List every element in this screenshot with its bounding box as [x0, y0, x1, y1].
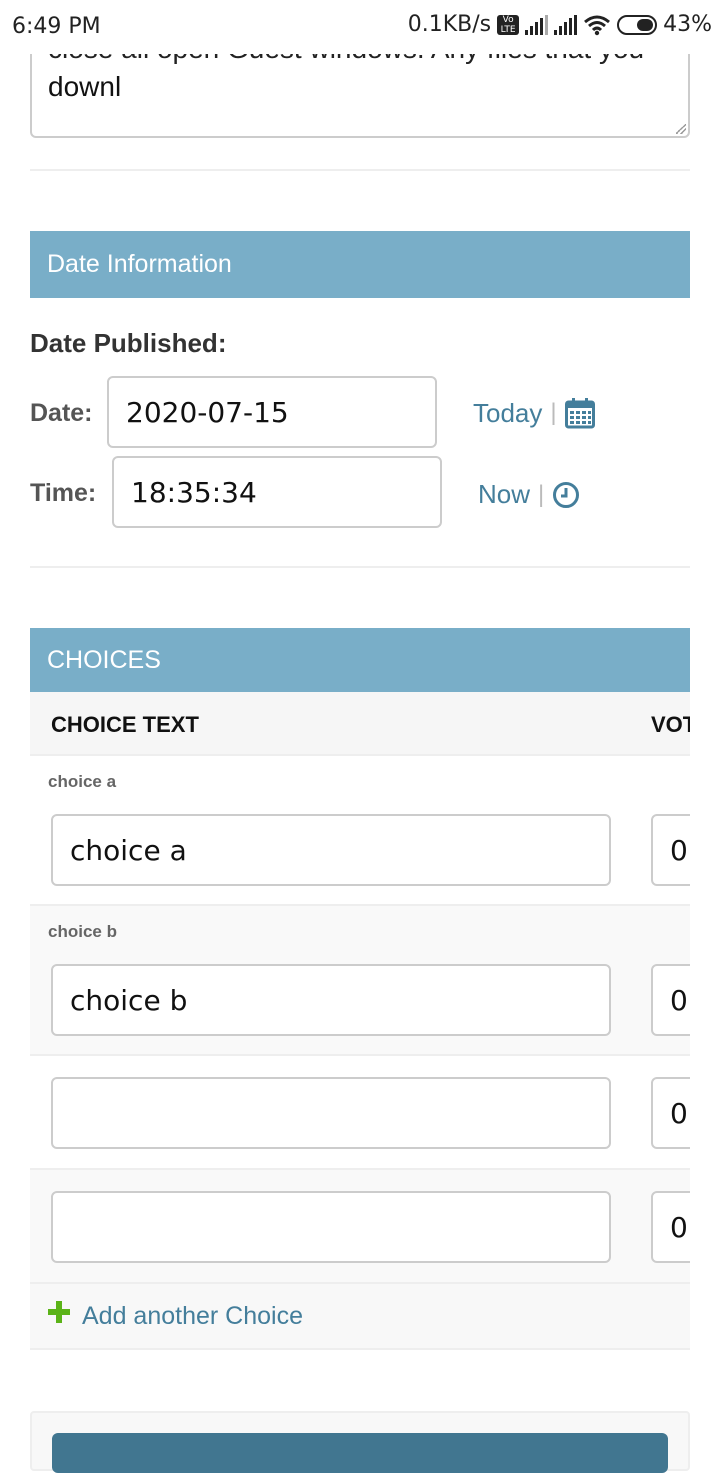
textarea-text: downl	[48, 71, 122, 102]
signal-icon	[525, 14, 549, 35]
wifi-icon	[584, 15, 611, 35]
choice-text-input[interactable]	[51, 1077, 611, 1149]
status-right: 0.1KB/s Vo LTE 43%	[408, 12, 712, 37]
votes-input[interactable]: 0	[651, 1191, 690, 1263]
save-button[interactable]	[52, 1433, 668, 1473]
today-link[interactable]: Today	[473, 398, 542, 429]
choice-row: 0	[30, 1056, 690, 1170]
now-link[interactable]: Now	[478, 479, 530, 510]
votes-input[interactable]: 0	[651, 964, 690, 1036]
resize-handle[interactable]	[676, 124, 686, 134]
date-label: Date:	[30, 399, 93, 427]
net-speed: 0.1KB/s	[407, 12, 492, 37]
divider	[30, 566, 690, 568]
choice-text-input[interactable]	[51, 1191, 611, 1263]
column-votes: VOT	[651, 712, 690, 737]
choices-table-header: CHOICE TEXT VOT	[30, 692, 690, 756]
choice-row: choice a choice a 0	[30, 756, 690, 906]
signal-icon	[554, 14, 578, 35]
time-label: Time:	[30, 479, 97, 507]
choices-header: CHOICES	[30, 628, 690, 692]
battery-icon	[617, 14, 658, 35]
clock-icon[interactable]	[552, 481, 580, 509]
votes-input[interactable]: 0	[651, 814, 690, 886]
choice-text-input[interactable]: choice b	[51, 964, 611, 1036]
calendar-icon[interactable]	[564, 397, 595, 429]
choice-text-input[interactable]: choice a	[51, 814, 611, 886]
add-another-choice-link[interactable]: Add another Choice	[82, 1302, 303, 1331]
choice-row: choice b choice b 0	[30, 906, 690, 1056]
date-information-header: Date Information	[30, 231, 690, 298]
volte-icon: Vo LTE	[497, 14, 520, 35]
date-shortcuts: Today |	[473, 397, 595, 429]
shortcut-separator: |	[538, 480, 545, 508]
status-bar: 6:49 PM 0.1KB/s Vo LTE 43%	[0, 0, 720, 54]
time-input[interactable]: 18:35:34	[112, 456, 442, 528]
add-another-choice-row[interactable]: Add another Choice	[30, 1284, 690, 1350]
column-choice-text: CHOICE TEXT	[51, 712, 199, 737]
date-input[interactable]: 2020-07-15	[107, 376, 437, 448]
choice-row: 0	[30, 1170, 690, 1284]
date-published-label: Date Published:	[30, 328, 227, 358]
divider	[30, 169, 690, 171]
shortcut-separator: |	[550, 399, 557, 426]
votes-input[interactable]: 0	[651, 1077, 690, 1149]
choice-original-label: choice b	[48, 922, 117, 941]
time-shortcuts: Now |	[478, 479, 580, 510]
choice-original-label: choice a	[48, 772, 117, 791]
submit-row	[30, 1411, 690, 1473]
status-time: 6:49 PM	[12, 14, 101, 39]
battery-level: 43%	[663, 12, 712, 37]
add-icon	[48, 1301, 70, 1323]
